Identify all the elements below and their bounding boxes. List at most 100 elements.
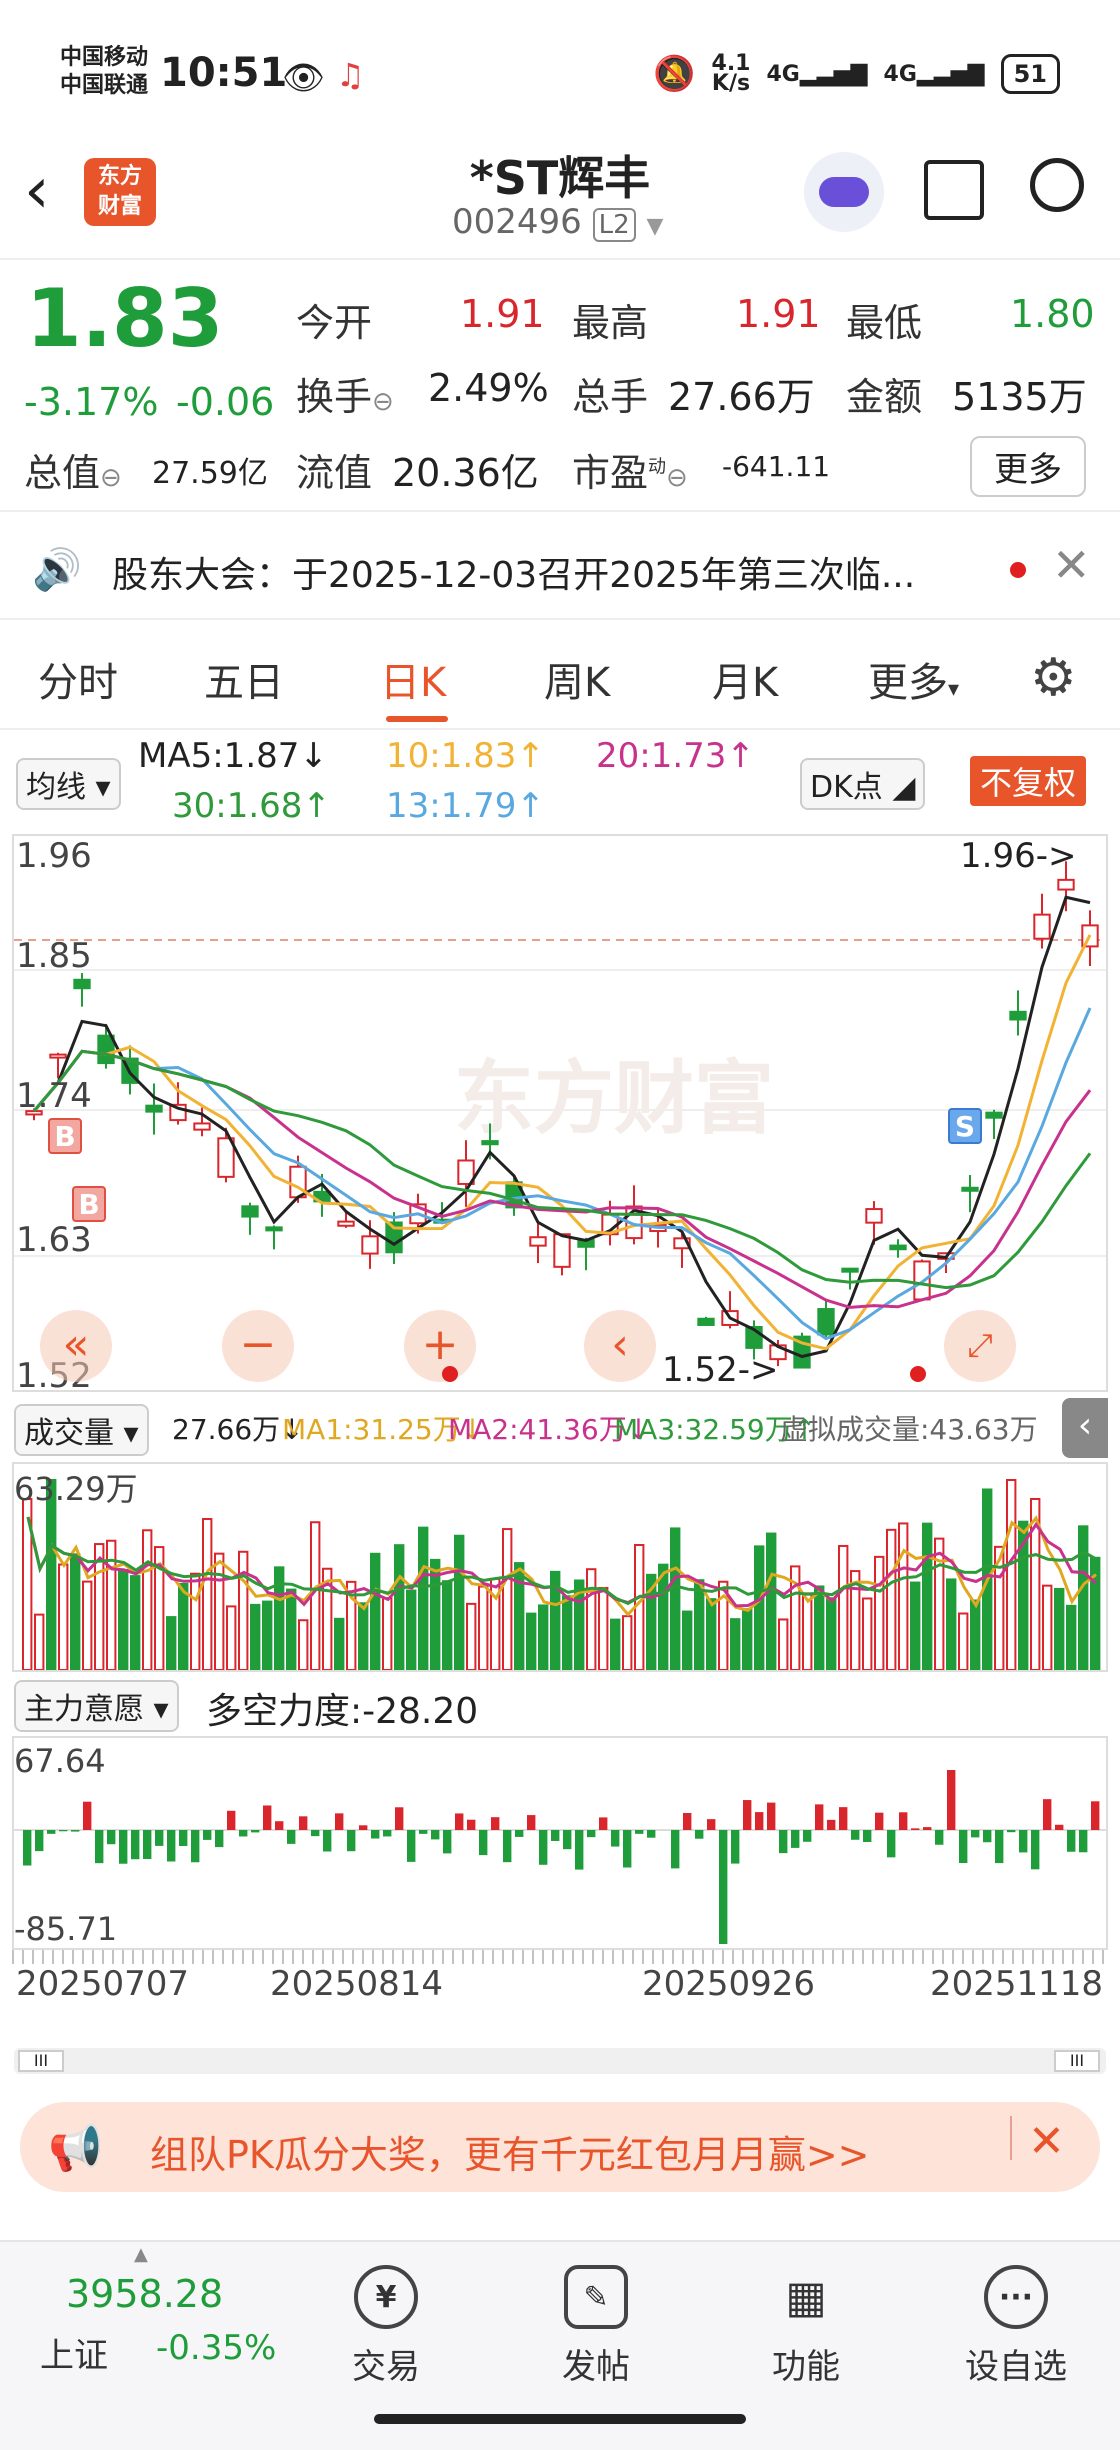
mktcap-value: 27.59亿 bbox=[152, 456, 268, 491]
nav-trade[interactable]: ¥ 交易 bbox=[316, 2265, 456, 2388]
candle-body bbox=[361, 1235, 379, 1255]
ma-selector[interactable]: 均线 ▾ bbox=[16, 758, 121, 810]
date-label-2: 20250814 bbox=[270, 1964, 444, 2004]
nav-functions[interactable]: ▦ 功能 bbox=[736, 2265, 876, 2388]
flow-bar bbox=[563, 1830, 572, 1850]
range-handle-left[interactable]: III bbox=[18, 2050, 64, 2072]
open-value: 1.91 bbox=[460, 292, 545, 336]
flow-bar bbox=[143, 1830, 152, 1860]
app-logo[interactable]: 东方 财富 bbox=[84, 158, 156, 226]
dk-point-button[interactable]: DK点 ◢ bbox=[800, 758, 926, 810]
scroll-left-icon[interactable]: ‹ bbox=[584, 1310, 656, 1382]
flow-bar bbox=[623, 1830, 632, 1868]
candle-body bbox=[97, 1034, 115, 1065]
volume-bar bbox=[586, 1568, 597, 1670]
share-icon[interactable] bbox=[924, 160, 984, 220]
volume-bar bbox=[742, 1608, 753, 1670]
stock-code[interactable]: 002496 L2 ▼ bbox=[452, 202, 663, 242]
flow-bar bbox=[263, 1805, 272, 1830]
adjust-mode-button[interactable]: 不复权 bbox=[970, 756, 1087, 806]
flow-bar bbox=[359, 1825, 368, 1830]
volume-bar bbox=[598, 1586, 609, 1670]
volume-bar bbox=[946, 1578, 957, 1670]
candle-body bbox=[49, 1053, 67, 1059]
range-scrollbar[interactable] bbox=[14, 2048, 1106, 2074]
float-value: 20.36亿 bbox=[392, 451, 539, 495]
tab-monthly-k[interactable]: 月K bbox=[712, 650, 778, 708]
back-icon[interactable]: ‹ bbox=[24, 154, 50, 228]
nav-watchlist[interactable]: ··· 设自选 bbox=[946, 2265, 1086, 2388]
more-button[interactable]: 更多 bbox=[970, 436, 1086, 497]
volume-bar bbox=[694, 1579, 705, 1670]
flow-bar bbox=[791, 1830, 800, 1848]
volume-bar bbox=[730, 1618, 741, 1670]
settings-gear-icon[interactable]: ⚙ bbox=[1030, 648, 1077, 708]
flow-bar bbox=[923, 1827, 932, 1830]
volume-bar bbox=[394, 1544, 405, 1670]
candle-body bbox=[961, 1186, 979, 1192]
flow-selector[interactable]: 主力意愿 ▾ bbox=[14, 1680, 179, 1732]
flow-bar bbox=[887, 1830, 896, 1858]
tab-weekly-k[interactable]: 周K bbox=[544, 650, 610, 708]
fullscreen-icon[interactable]: ⤢ bbox=[944, 1310, 1016, 1382]
divider bbox=[1010, 2116, 1012, 2160]
index-value[interactable]: 3958.28 bbox=[66, 2272, 223, 2316]
volume-bar bbox=[166, 1616, 177, 1670]
range-handle-right[interactable]: III bbox=[1054, 2050, 1100, 2072]
index-name[interactable]: 上证 bbox=[40, 2328, 108, 2377]
flow-bar bbox=[683, 1812, 692, 1830]
tab-five-day[interactable]: 五日 bbox=[204, 650, 284, 708]
close-banner-icon[interactable]: ✕ bbox=[1028, 2116, 1065, 2167]
tab-daily-k[interactable]: 日K bbox=[380, 650, 446, 708]
volume-bar bbox=[874, 1555, 885, 1670]
high-label: 最高 bbox=[572, 301, 649, 345]
notice-text[interactable]: 股东大会：于2025-12-03召开2025年第三次临... bbox=[112, 546, 915, 598]
volume-selector[interactable]: 成交量 ▾ bbox=[14, 1404, 149, 1456]
flow-bar bbox=[503, 1830, 512, 1863]
flow-bar bbox=[203, 1830, 212, 1840]
search-icon[interactable] bbox=[1030, 158, 1084, 212]
promo-text[interactable]: 组队PK瓜分大奖，更有千元红包月月赢>> bbox=[150, 2124, 870, 2179]
flow-bar bbox=[1043, 1799, 1052, 1830]
tab-more[interactable]: 更多▾ bbox=[868, 650, 959, 708]
float-label: 流值 bbox=[296, 451, 373, 495]
kline-chart[interactable]: 东方财富 bbox=[12, 834, 1108, 1392]
assistant-avatar-icon[interactable] bbox=[804, 152, 884, 232]
speaker-icon: 🔊 bbox=[32, 547, 82, 593]
date-ticks bbox=[12, 1950, 1108, 1964]
buy-marker-2[interactable]: B bbox=[72, 1186, 106, 1222]
buy-marker[interactable]: B bbox=[48, 1118, 82, 1154]
volume-bar bbox=[1006, 1479, 1017, 1670]
nav-post[interactable]: ✎ 发帖 bbox=[526, 2265, 666, 2388]
sell-marker[interactable]: S bbox=[948, 1108, 982, 1144]
close-icon[interactable]: ✕ bbox=[1052, 538, 1091, 592]
flow-bar bbox=[767, 1802, 776, 1830]
candle-body bbox=[73, 978, 91, 990]
yen-icon: ¥ bbox=[354, 2265, 418, 2329]
candle-body bbox=[145, 1104, 163, 1113]
volume-bar bbox=[34, 1613, 45, 1670]
volume-bar bbox=[58, 1563, 69, 1670]
flow-bar bbox=[515, 1830, 524, 1837]
tab-intraday[interactable]: 分时 bbox=[38, 650, 118, 708]
flow-bar bbox=[839, 1807, 848, 1830]
volume-bar bbox=[814, 1585, 825, 1670]
zoom-in-icon[interactable]: + bbox=[404, 1310, 476, 1382]
flow-bar bbox=[995, 1830, 1004, 1864]
volume-bar bbox=[478, 1585, 489, 1670]
flow-bar bbox=[779, 1830, 788, 1854]
volume-chart[interactable] bbox=[12, 1462, 1108, 1672]
flow-bar bbox=[83, 1801, 92, 1830]
status-icons: 🔕 4.1 K/s 4G▂▃▅▇ 4G▂▃▅▇ 51 bbox=[653, 53, 1060, 95]
flow-bar bbox=[647, 1830, 656, 1838]
candle-body bbox=[817, 1308, 835, 1336]
grid-icon: ▦ bbox=[785, 2271, 827, 2323]
flow-bar bbox=[95, 1830, 104, 1864]
low-value: 1.80 bbox=[1010, 292, 1095, 336]
scroll-left-fast-icon[interactable]: « bbox=[40, 1310, 112, 1382]
zoom-out-icon[interactable]: − bbox=[222, 1310, 294, 1382]
candle-body bbox=[865, 1208, 883, 1224]
flow-chart[interactable] bbox=[12, 1736, 1108, 1950]
nav-trade-label: 交易 bbox=[352, 2347, 420, 2387]
collapse-panel-icon[interactable]: ‹ bbox=[1062, 1398, 1108, 1458]
